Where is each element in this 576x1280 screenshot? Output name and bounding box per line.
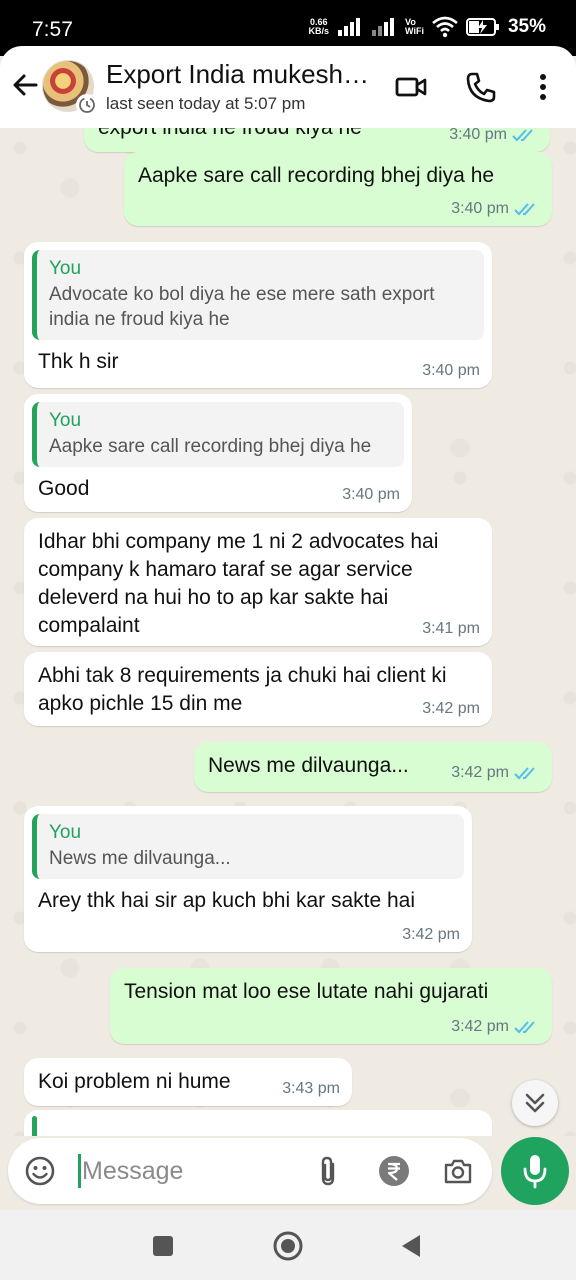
recents-square-icon[interactable] <box>147 1230 179 1262</box>
last-seen-status[interactable]: last seen today at 5:07 pm <box>106 94 305 114</box>
chat-header: Export India mukesh… last seen today at … <box>0 46 576 128</box>
back-triangle-icon[interactable] <box>396 1230 428 1262</box>
quote-author: You <box>49 258 82 279</box>
message-meta: 3:42 pm <box>451 764 540 782</box>
message-text: Arey thk hai sir ap kuch bhi kar sakte h… <box>38 889 416 912</box>
message-time: 3:42 pm <box>451 764 509 781</box>
home-circle-icon[interactable] <box>272 1230 304 1262</box>
incoming-message-partial[interactable] <box>24 1110 492 1136</box>
message-text: Idhar bhi company me 1 ni 2 advocates ha… <box>38 530 439 637</box>
message-meta: 3:40 pm <box>449 128 538 144</box>
message-text: Tension mat loo ese lutate nahi gujarati <box>124 980 489 1003</box>
back-arrow-icon[interactable] <box>10 70 40 100</box>
quote-text: News me dilvaunga... <box>49 848 231 869</box>
message-time: 3:40 pm <box>342 486 400 503</box>
message-meta: 3:42 pm <box>422 700 480 718</box>
attach-icon[interactable] <box>313 1155 345 1187</box>
signal-icon <box>338 18 361 36</box>
message-time: 3:42 pm <box>422 700 480 717</box>
read-ticks-icon <box>514 203 535 216</box>
more-vert-icon[interactable] <box>526 70 560 104</box>
emoji-icon[interactable] <box>24 1155 56 1187</box>
video-call-icon[interactable] <box>394 70 428 104</box>
message-meta: 3:40 pm <box>422 362 480 380</box>
message-text: Aapke sare call recording bhej diya he <box>138 164 495 187</box>
incoming-message[interactable]: You Aapke sare call recording bhej diya … <box>24 394 412 512</box>
quote-bar <box>32 1116 37 1136</box>
quote-text: Aapke sare call recording bhej diya he <box>49 436 372 457</box>
status-time: 7:57 <box>32 18 73 41</box>
message-text: Abhi tak 8 requirements ja chuki hai cli… <box>38 664 447 715</box>
message-text: Thk h sir <box>38 350 119 373</box>
message-time: 3:42 pm <box>451 1018 509 1035</box>
scroll-to-bottom-button[interactable] <box>512 1080 558 1126</box>
outgoing-message[interactable]: Tension mat loo ese lutate nahi gujarati… <box>110 968 552 1044</box>
incoming-message[interactable]: Idhar bhi company me 1 ni 2 advocates ha… <box>24 518 492 646</box>
incoming-message[interactable]: Koi problem ni hume 3:43 pm <box>24 1058 352 1106</box>
camera-icon[interactable] <box>442 1155 474 1187</box>
message-time: 3:43 pm <box>282 1080 340 1097</box>
vowifi-indicator: Vo WiFi <box>405 18 424 36</box>
quoted-reply[interactable]: You Aapke sare call recording bhej diya … <box>32 402 404 467</box>
quote-text: Advocate ko bol diya he ese mere sath ex… <box>49 284 435 330</box>
outgoing-message[interactable]: News me dilvaunga... 3:42 pm <box>194 742 552 792</box>
network-speed: 0.66 KB/s <box>309 18 330 36</box>
incoming-message[interactable]: You News me dilvaunga... Arey thk hai si… <box>24 806 472 952</box>
quote-author: You <box>49 410 82 431</box>
contact-name[interactable]: Export India mukesh… <box>106 59 369 90</box>
message-time: 3:40 pm <box>422 362 480 379</box>
double-chevron-down-icon <box>525 1093 545 1113</box>
read-ticks-icon <box>514 767 535 780</box>
message-time: 3:41 pm <box>422 620 480 637</box>
read-ticks-icon <box>514 1021 535 1034</box>
outgoing-message[interactable]: export india ne froud kiya he 3:40 pm <box>84 128 550 152</box>
message-time: 3:40 pm <box>451 200 509 217</box>
read-ticks-icon <box>512 129 533 142</box>
status-icons: 0.66 KB/s Vo WiFi 35% <box>309 16 546 38</box>
signal-icon-2 <box>372 18 395 36</box>
vowifi-bottom: WiFi <box>405 26 424 36</box>
mic-icon <box>523 1155 547 1189</box>
disappearing-messages-badge <box>76 94 98 116</box>
message-meta: 3:41 pm <box>422 620 480 638</box>
message-time: 3:42 pm <box>402 926 460 943</box>
battery-charging-icon <box>465 18 499 36</box>
message-meta: 3:42 pm <box>451 1018 540 1036</box>
message-meta: 3:42 pm <box>402 926 460 944</box>
network-speed-unit: KB/s <box>308 26 330 36</box>
system-nav-bar <box>0 1210 576 1280</box>
incoming-message[interactable]: Abhi tak 8 requirements ja chuki hai cli… <box>24 652 492 726</box>
quote-author: You <box>49 822 82 843</box>
phone-icon[interactable] <box>464 70 498 104</box>
message-time: 3:40 pm <box>449 128 507 143</box>
message-input[interactable] <box>82 1152 302 1190</box>
incoming-message[interactable]: You Advocate ko bol diya he ese mere sat… <box>24 242 492 388</box>
text-cursor <box>78 1154 81 1188</box>
rupee-payment-icon[interactable] <box>378 1155 410 1187</box>
message-meta: 3:40 pm <box>451 200 540 218</box>
message-composer <box>8 1138 492 1204</box>
battery-percent: 35% <box>507 16 546 37</box>
message-meta: 3:43 pm <box>282 1080 340 1098</box>
message-meta: 3:40 pm <box>342 486 400 504</box>
wifi-icon <box>432 16 458 38</box>
timer-icon <box>79 97 95 113</box>
quoted-reply[interactable]: You News me dilvaunga... <box>32 814 464 879</box>
chat-area[interactable]: export india ne froud kiya he 3:40 pm Aa… <box>0 128 576 1136</box>
quoted-reply[interactable]: You Advocate ko bol diya he ese mere sat… <box>32 250 484 340</box>
mic-button[interactable] <box>501 1137 569 1205</box>
outgoing-message[interactable]: Aapke sare call recording bhej diya he 3… <box>124 152 552 226</box>
